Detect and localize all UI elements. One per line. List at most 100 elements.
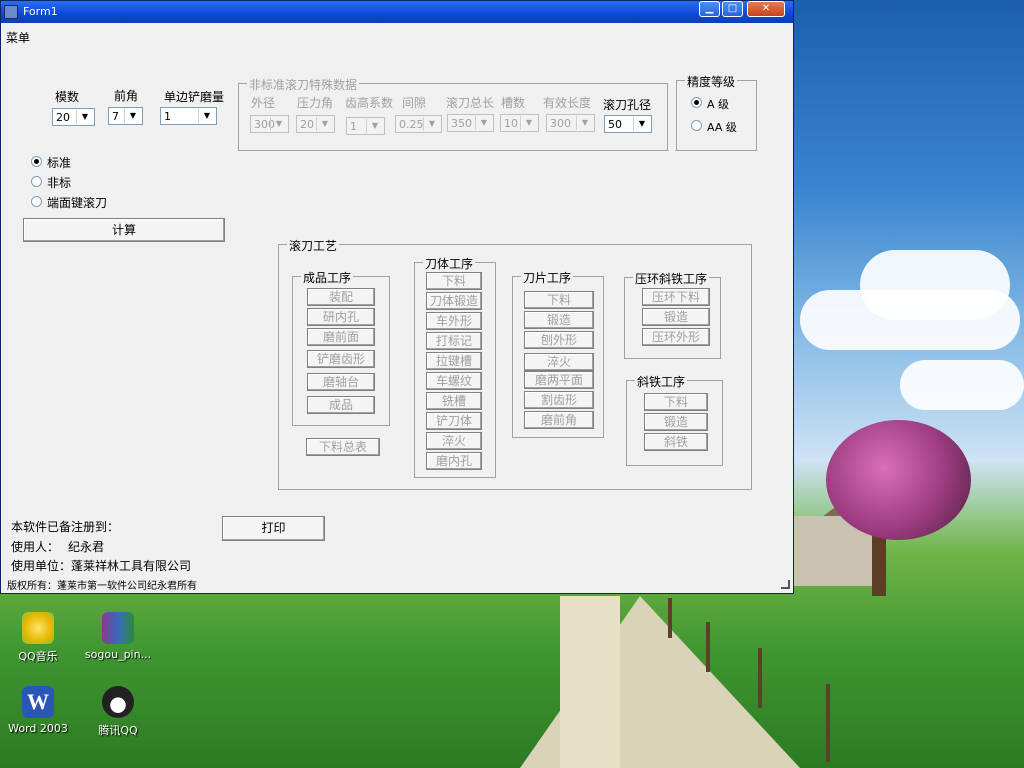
title-bar[interactable]: Form1 ▁ □ ✕ (1, 1, 793, 23)
body-step-button[interactable]: 淬火 (426, 432, 482, 450)
cloud (860, 250, 1010, 320)
finished-step-button[interactable]: 磨前面 (307, 328, 375, 346)
chevron-down-icon[interactable]: ▼ (198, 109, 215, 123)
finished-frame: 成品工序 装配 研内孔 磨前面 铲磨齿形 磨轴台 成品 (292, 269, 390, 426)
chevron-down-icon[interactable]: ▼ (633, 117, 650, 131)
cloud (900, 360, 1024, 410)
effective-length-select[interactable]: 300 ▼ (546, 114, 595, 132)
process-frame-title: 滚刀工艺 (287, 237, 340, 254)
app-icon (4, 5, 18, 19)
blade-step-button[interactable]: 锻造 (524, 311, 594, 329)
nonstandard-frame: 非标准滚刀特殊数据 外径 300 ▼ 压力角 20 ▼ 齿高系数 1 ▼ 间隙 0.2… (238, 76, 668, 151)
outer-diameter-label: 外径 (251, 96, 276, 110)
resize-grip-icon[interactable] (781, 580, 790, 589)
body-step-button[interactable]: 铣槽 (426, 392, 482, 410)
calculate-button[interactable]: 计算 (23, 218, 225, 242)
body-step-button[interactable]: 磨内孔 (426, 452, 482, 470)
module-label: 模数 (55, 90, 80, 104)
outer-diameter-select[interactable]: 300 ▼ (250, 115, 289, 133)
chevron-down-icon[interactable]: ▼ (520, 116, 537, 130)
precision-a-radio[interactable] (691, 97, 702, 108)
unit-label: 使用单位： (11, 559, 72, 573)
print-button[interactable]: 打印 (222, 516, 325, 541)
body-step-button[interactable]: 拉键槽 (426, 352, 482, 370)
precision-aa-radio[interactable] (691, 120, 702, 131)
clearance-label: 间隙 (402, 96, 427, 110)
wedge-step-button[interactable]: 锻造 (644, 413, 708, 431)
desktop-icon-word[interactable]: W Word 2003 (0, 686, 76, 746)
chevron-down-icon[interactable]: ▼ (316, 117, 333, 131)
wedge-step-button[interactable]: 斜铁 (644, 433, 708, 451)
chevron-down-icon[interactable]: ▼ (366, 119, 383, 133)
shovel-amount-value: 1 (164, 110, 171, 123)
blade-step-button[interactable]: 淬火 (524, 353, 594, 371)
dirt-road (560, 596, 620, 768)
word-icon: W (22, 686, 54, 718)
body-frame: 刀体工序 下料 刀体锻造 车外形 打标记 拉键槽 车螺纹 铣槽 铲刀体 淬火 磨… (414, 255, 496, 478)
blade-step-button[interactable]: 磨前角 (524, 411, 594, 429)
maximize-button[interactable]: □ (722, 1, 743, 17)
ring-step-button[interactable]: 压环外形 (642, 328, 710, 346)
ring-step-button[interactable]: 压环下料 (642, 288, 710, 306)
tooth-height-value: 1 (350, 120, 357, 133)
desktop-icon-sogou[interactable]: sogou_pin... (80, 612, 156, 672)
chevron-down-icon[interactable]: ▼ (576, 116, 593, 130)
pressure-angle-value: 20 (300, 118, 314, 131)
shovel-amount-select[interactable]: 1 ▼ (160, 107, 217, 125)
chevron-down-icon[interactable]: ▼ (423, 117, 440, 131)
fence-post (706, 622, 710, 672)
body-frame-title: 刀体工序 (423, 255, 476, 272)
ring-frame: 压环斜铁工序 压环下料 锻造 压环外形 (624, 270, 721, 359)
close-button[interactable]: ✕ (747, 1, 785, 17)
chevron-down-icon[interactable]: ▼ (76, 110, 93, 124)
type-nonstandard-radio[interactable] (31, 176, 42, 187)
qq-music-icon (22, 612, 54, 644)
desktop-icon-qq-music[interactable]: QQ音乐 (0, 612, 76, 672)
body-step-button[interactable]: 车外形 (426, 312, 482, 330)
module-select[interactable]: 20 ▼ (52, 108, 95, 126)
type-standard-radio[interactable] (31, 156, 42, 167)
blade-step-button[interactable]: 割齿形 (524, 391, 594, 409)
type-nonstandard-label: 非标 (47, 176, 72, 190)
body-step-button[interactable]: 铲刀体 (426, 412, 482, 430)
desktop-icon-label: QQ音乐 (18, 650, 58, 663)
process-frame: 滚刀工艺 成品工序 装配 研内孔 磨前面 铲磨齿形 磨轴台 成品 下料总表 刀体… (278, 237, 752, 490)
body-step-button[interactable]: 刀体锻造 (426, 292, 482, 310)
body-step-button[interactable]: 车螺纹 (426, 372, 482, 390)
menu-item-menu[interactable]: 菜单 (6, 29, 30, 46)
effective-length-label: 有效长度 (543, 96, 592, 110)
flute-count-select[interactable]: 10 ▼ (500, 114, 539, 132)
desktop-icon-qq[interactable]: 腾讯QQ (80, 686, 156, 746)
chevron-down-icon[interactable]: ▼ (475, 116, 492, 130)
shovel-amount-label: 单边铲磨量 (164, 90, 225, 104)
blade-step-button[interactable]: 磨两平面 (524, 371, 594, 389)
bore-diameter-select[interactable]: 50 ▼ (604, 115, 652, 133)
ring-step-button[interactable]: 锻造 (642, 308, 710, 326)
material-summary-button[interactable]: 下料总表 (306, 438, 380, 456)
hob-length-select[interactable]: 350 ▼ (447, 114, 494, 132)
blade-step-button[interactable]: 下料 (524, 291, 594, 309)
user-label: 使用人： (11, 540, 60, 554)
fence-post (668, 598, 672, 638)
body-step-button[interactable]: 打标记 (426, 332, 482, 350)
finished-step-button[interactable]: 装配 (307, 288, 375, 306)
finished-step-button[interactable]: 磨轴台 (307, 373, 375, 391)
minimize-button[interactable]: ▁ (699, 1, 720, 17)
finished-step-button[interactable]: 研内孔 (307, 308, 375, 326)
chevron-down-icon[interactable]: ▼ (124, 109, 141, 123)
finished-step-button[interactable]: 成品 (307, 396, 375, 414)
chevron-down-icon[interactable]: ▼ (270, 117, 287, 131)
window-title: Form1 (23, 5, 58, 18)
user-name: 纪永君 (68, 540, 105, 554)
wedge-step-button[interactable]: 下料 (644, 393, 708, 411)
rake-angle-select[interactable]: 7 ▼ (108, 107, 143, 125)
finished-step-button[interactable]: 铲磨齿形 (307, 350, 375, 368)
blade-step-button[interactable]: 刨外形 (524, 331, 594, 349)
type-end-key-radio[interactable] (31, 196, 42, 207)
pressure-angle-select[interactable]: 20 ▼ (296, 115, 335, 133)
flute-count-label: 槽数 (501, 96, 526, 110)
body-step-button[interactable]: 下料 (426, 272, 482, 290)
unit-name: 蓬莱祥林工具有限公司 (71, 559, 192, 573)
tooth-height-select[interactable]: 1 ▼ (346, 117, 385, 135)
clearance-select[interactable]: 0.25 ▼ (395, 115, 442, 133)
